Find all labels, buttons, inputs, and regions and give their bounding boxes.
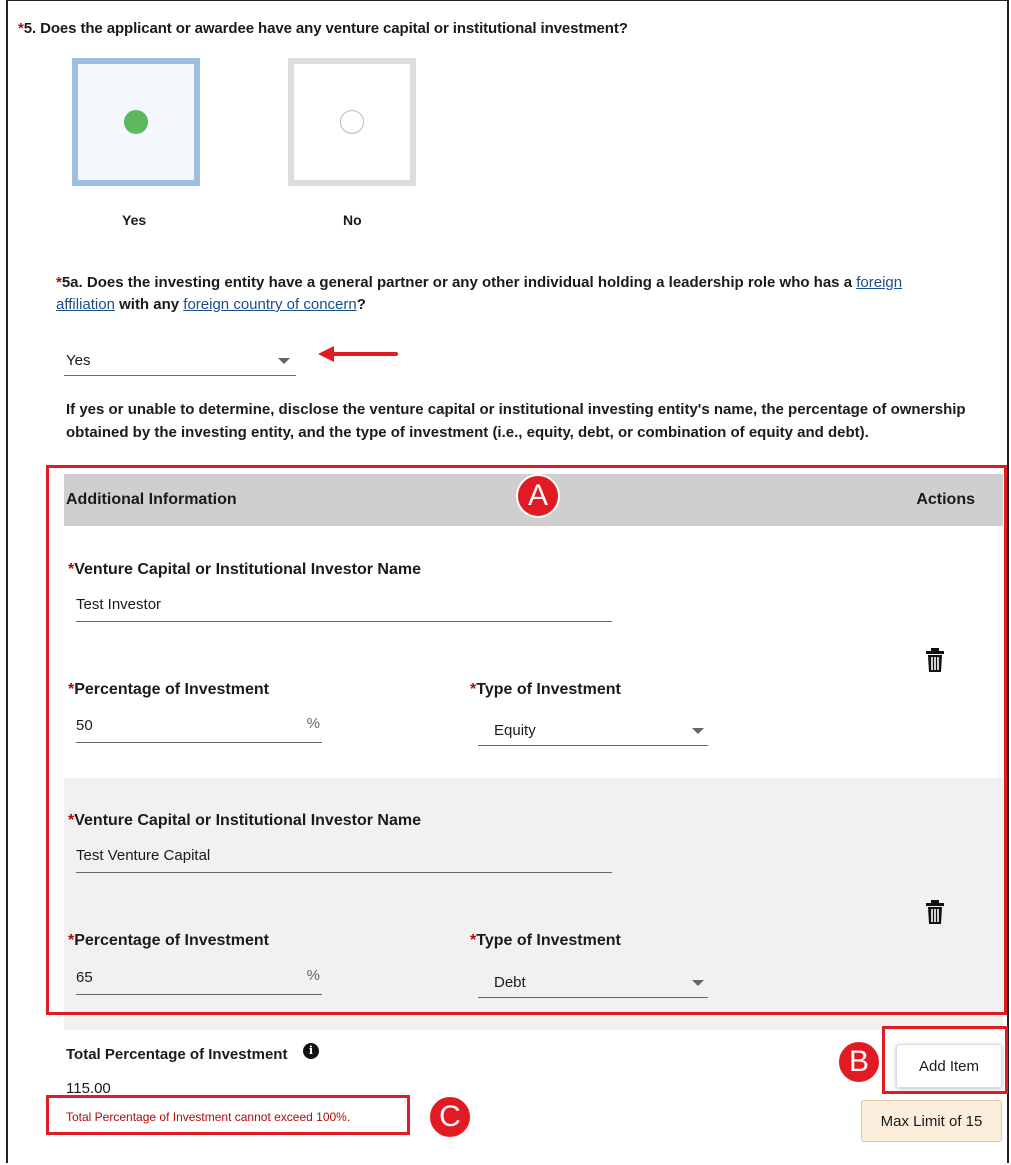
radio-unselected-icon <box>340 110 364 134</box>
red-arrow-annotation <box>318 346 398 362</box>
option-no-label: No <box>343 212 362 228</box>
info-icon[interactable]: i <box>303 1043 319 1059</box>
max-limit-badge: Max Limit of 15 <box>861 1100 1002 1142</box>
question-5a-select-value: Yes <box>66 352 91 369</box>
callout-badge-c: C <box>428 1095 472 1139</box>
callout-badge-b: B <box>837 1040 881 1084</box>
question-5-label: *5. Does the applicant or awardee have a… <box>18 20 628 37</box>
total-percentage-label: Total Percentage of Investment <box>66 1046 288 1063</box>
option-yes-label: Yes <box>122 212 147 228</box>
question-5a-select[interactable]: Yes <box>64 346 296 376</box>
radio-selected-icon <box>124 110 148 134</box>
option-yes-tile[interactable] <box>72 58 200 186</box>
chevron-down-icon <box>278 358 290 364</box>
foreign-country-of-concern-link[interactable]: foreign country of concern <box>183 296 356 313</box>
callout-box-c <box>46 1095 410 1135</box>
disclosure-instructions: If yes or unable to determine, disclose … <box>66 401 966 441</box>
callout-badge-a: A <box>516 474 560 518</box>
callout-box-b <box>882 1026 1008 1094</box>
option-no-tile[interactable] <box>288 58 416 186</box>
callout-box-a <box>46 465 1007 1015</box>
question-5a-label: *5a. Does the investing entity have a ge… <box>56 274 903 313</box>
